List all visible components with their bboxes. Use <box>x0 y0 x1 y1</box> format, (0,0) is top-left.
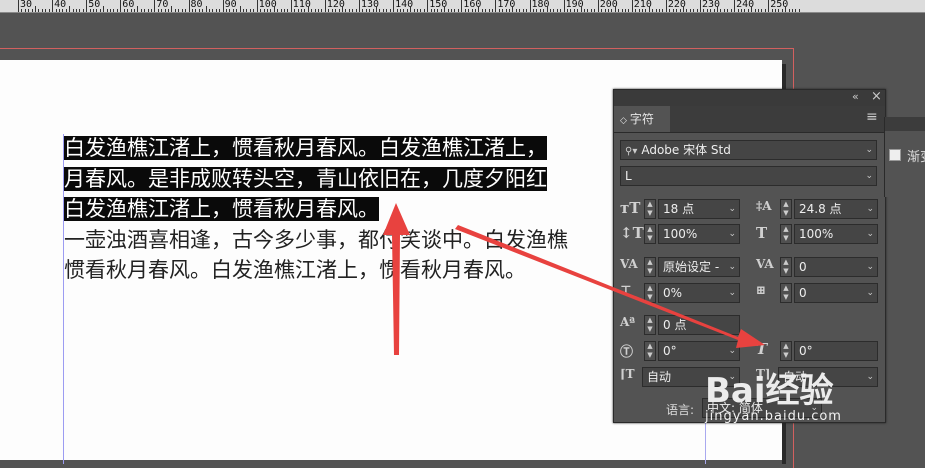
watermark-logo: Bai经验 <box>705 371 834 411</box>
watermark-url: jingyan.baidu.com <box>705 409 842 424</box>
watermark: Bai经验 jingyan.baidu.com <box>705 355 905 455</box>
arrow-right <box>455 225 765 348</box>
arrow-up <box>383 203 410 355</box>
